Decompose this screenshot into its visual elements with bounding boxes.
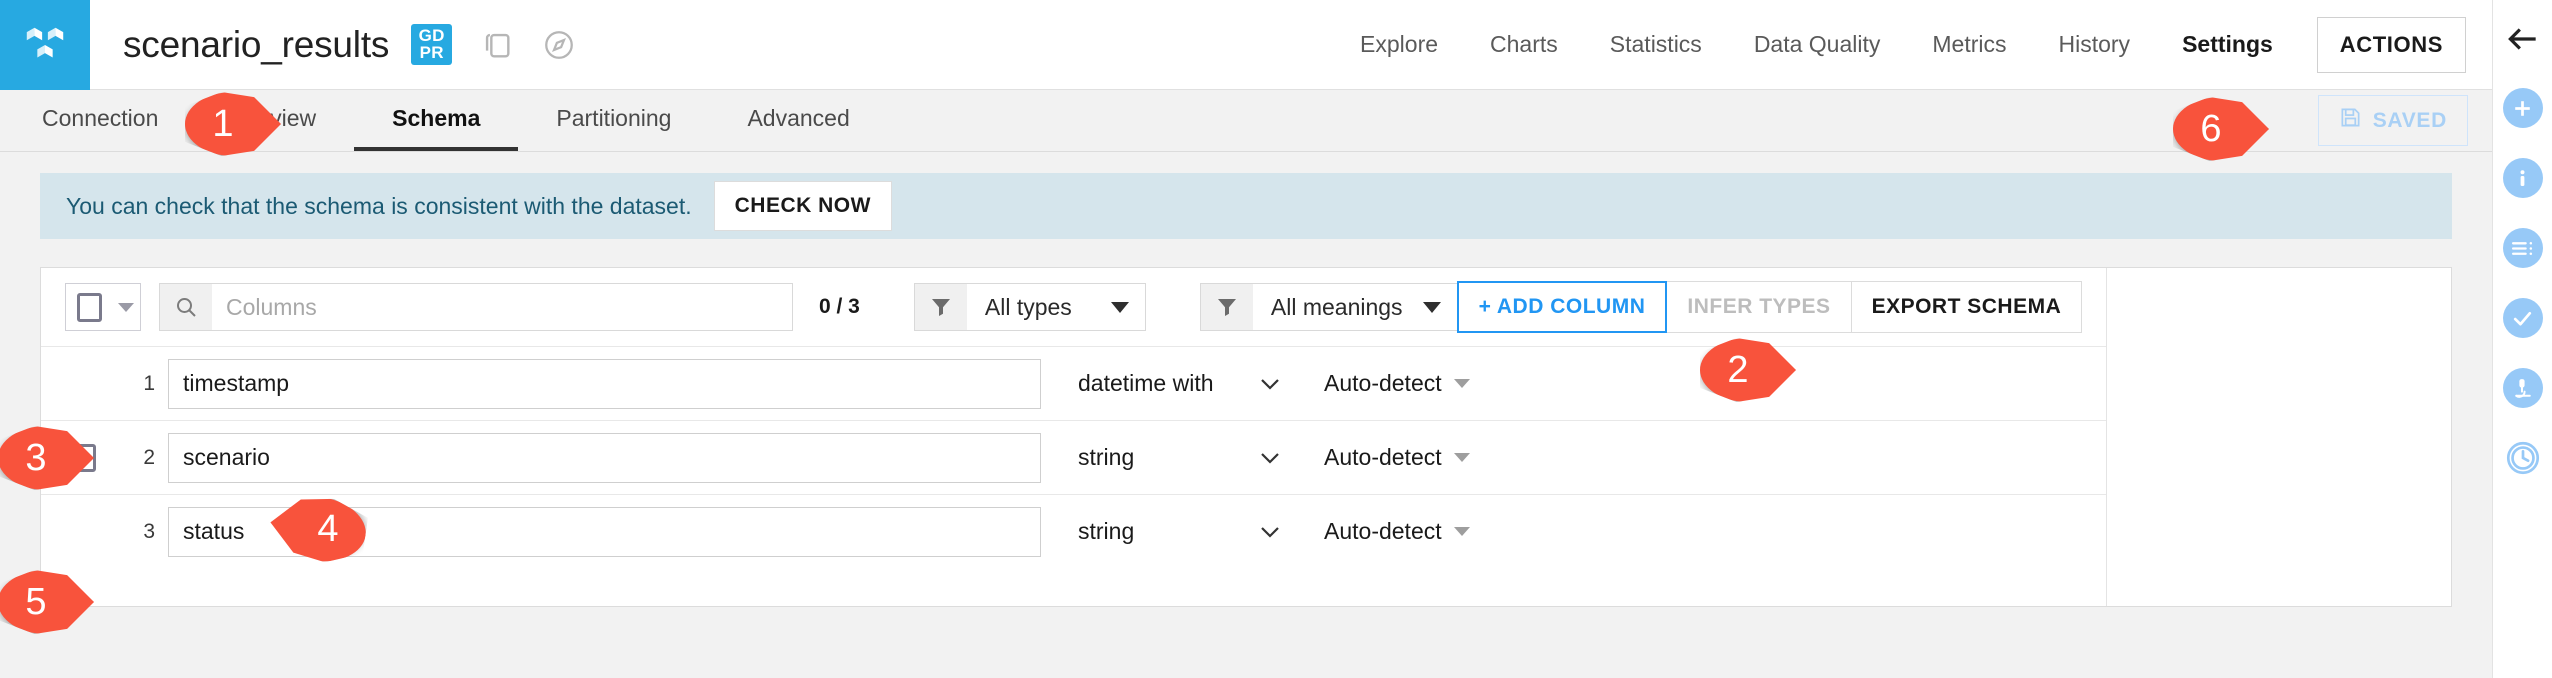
column-count: 0 / 3 [819, 295, 860, 318]
row-1-type-label: datetime with [1078, 370, 1214, 396]
row-1-meaning-select[interactable]: Auto-detect [1324, 370, 1470, 397]
dataset-title: scenario_results [123, 23, 390, 65]
row-3-type-label: string [1078, 518, 1135, 544]
tab-connection[interactable]: Connection [0, 90, 196, 151]
columns-search-box [159, 283, 793, 331]
select-all-dropdown-button[interactable] [112, 284, 140, 330]
nav-item-history[interactable]: History [2033, 0, 2157, 90]
compass-icon[interactable] [542, 28, 576, 62]
nav-item-charts[interactable]: Charts [1464, 0, 1584, 90]
gdpr-line-2: PR [419, 42, 444, 62]
floppy-disk-icon [2339, 106, 2362, 135]
plus-icon[interactable] [2502, 88, 2543, 128]
saved-button[interactable]: SAVED [2317, 95, 2468, 146]
type-filter-label: All types [984, 293, 1072, 320]
clock-history-icon[interactable] [2503, 438, 2543, 478]
table-row[interactable]: 1 timestamp datetime with Auto-detect [41, 346, 2107, 420]
row-2-type-select[interactable]: string [1078, 444, 1282, 471]
app-header: scenario_results GD PR Explore Charts St… [0, 0, 2492, 90]
schema-rows: 1 timestamp datetime with Auto-detect 2 … [41, 346, 2107, 606]
type-filter[interactable]: All types [913, 283, 1146, 331]
chevron-down-icon [1453, 379, 1470, 388]
filter-funnel-icon [914, 284, 967, 330]
nav-item-data-quality[interactable]: Data Quality [1728, 0, 1907, 90]
gdpr-line-1: GD [418, 25, 445, 45]
info-icon[interactable] [2502, 158, 2543, 198]
chevron-down-icon [1261, 526, 1279, 538]
table-row[interactable]: 2 scenario string Auto-detect [41, 420, 2107, 494]
schema-panel-container: 0 / 3 All types [0, 239, 2492, 607]
row-3-meaning-label: Auto-detect [1324, 518, 1442, 544]
row-2-meaning-select[interactable]: Auto-detect [1324, 444, 1470, 471]
tab-advanced[interactable]: Advanced [709, 90, 887, 151]
row-2-name-field[interactable]: scenario [168, 432, 1041, 483]
select-all-checkbox[interactable] [66, 284, 112, 330]
row-2-checkbox[interactable] [41, 443, 127, 472]
infer-types-button: INFER TYPES [1666, 281, 1852, 333]
nav-item-settings[interactable]: Settings [2156, 0, 2299, 90]
schema-table: 0 / 3 All types [41, 268, 2108, 606]
nav-item-metrics[interactable]: Metrics [1906, 0, 2032, 90]
details-list-icon[interactable] [2502, 228, 2543, 268]
tab-partitioning[interactable]: Partitioning [518, 90, 709, 151]
row-2-meaning-label: Auto-detect [1324, 444, 1442, 470]
dataiku-dataset-settings-screen: scenario_results GD PR Explore Charts St… [0, 0, 2552, 678]
schema-detail-pane [2107, 268, 2451, 606]
schema-panel: 0 / 3 All types [40, 267, 2452, 607]
meaning-filter-select[interactable]: All meanings [1253, 294, 1457, 321]
right-rail [2492, 0, 2552, 678]
chevron-down-icon [1453, 453, 1470, 462]
gdpr-badge[interactable]: GD PR [411, 24, 453, 65]
check-now-button[interactable]: CHECK NOW [713, 181, 892, 231]
search-icon [160, 284, 212, 330]
select-all-group [65, 283, 141, 331]
meaning-filter-label: All meanings [1270, 293, 1403, 320]
row-3-meaning-select[interactable]: Auto-detect [1324, 518, 1470, 545]
row-1-name-field[interactable]: timestamp [168, 358, 1041, 409]
add-column-button[interactable]: + ADD COLUMN [1456, 281, 1668, 333]
schema-toolbar: 0 / 3 All types [41, 268, 2106, 346]
type-filter-select[interactable]: All types [967, 294, 1145, 321]
tab-preview[interactable]: Preview [196, 90, 354, 151]
meaning-filter[interactable]: All meanings [1199, 283, 1458, 331]
tab-schema[interactable]: Schema [354, 90, 519, 151]
chevron-down-icon [1261, 378, 1279, 390]
back-arrow-icon[interactable] [2504, 20, 2542, 58]
filter-funnel-icon [1200, 284, 1253, 330]
export-schema-button[interactable]: EXPORT SCHEMA [1850, 281, 2083, 333]
chevron-down-icon [1422, 301, 1441, 313]
checkbox-square-icon [76, 292, 102, 322]
microscope-icon[interactable] [2502, 368, 2543, 408]
row-2-type-label: string [1078, 444, 1135, 470]
row-1-index: 1 [143, 371, 155, 395]
chevron-down-icon [118, 302, 134, 312]
row-2-index: 2 [143, 445, 155, 469]
row-3-index: 3 [143, 519, 155, 543]
chevron-down-icon [1453, 527, 1470, 536]
row-1-meaning-label: Auto-detect [1324, 370, 1442, 396]
banner-container: You can check that the schema is consist… [0, 152, 2492, 239]
row-1-type-select[interactable]: datetime with [1078, 370, 1282, 397]
row-3-type-select[interactable]: string [1078, 518, 1282, 545]
actions-button[interactable]: ACTIONS [2316, 16, 2466, 73]
schema-consistency-banner: You can check that the schema is consist… [40, 173, 2452, 239]
row-3-name-field[interactable]: status [168, 506, 1041, 557]
nav-item-explore[interactable]: Explore [1334, 0, 1464, 90]
saved-label: SAVED [2372, 108, 2447, 132]
primary-nav: Explore Charts Statistics Data Quality M… [1334, 0, 2492, 90]
nav-item-statistics[interactable]: Statistics [1584, 0, 1728, 90]
checkbox-square-icon [72, 443, 96, 472]
banner-text: You can check that the schema is consist… [66, 192, 692, 219]
schema-action-buttons: + ADD COLUMN INFER TYPES EXPORT SCHEMA [1456, 281, 2107, 333]
settings-tabbar: Connection Preview Schema Partitioning A… [0, 90, 2492, 152]
columns-search-input[interactable] [212, 293, 792, 321]
chevron-down-icon [1261, 452, 1279, 464]
dataiku-cubes-logo-icon[interactable] [0, 0, 90, 90]
check-icon[interactable] [2502, 298, 2543, 338]
table-row[interactable]: 3 status string Auto-detect [41, 494, 2107, 568]
main-column: scenario_results GD PR Explore Charts St… [0, 0, 2492, 678]
chevron-down-icon [1110, 301, 1129, 313]
copy-icon[interactable] [480, 28, 514, 62]
